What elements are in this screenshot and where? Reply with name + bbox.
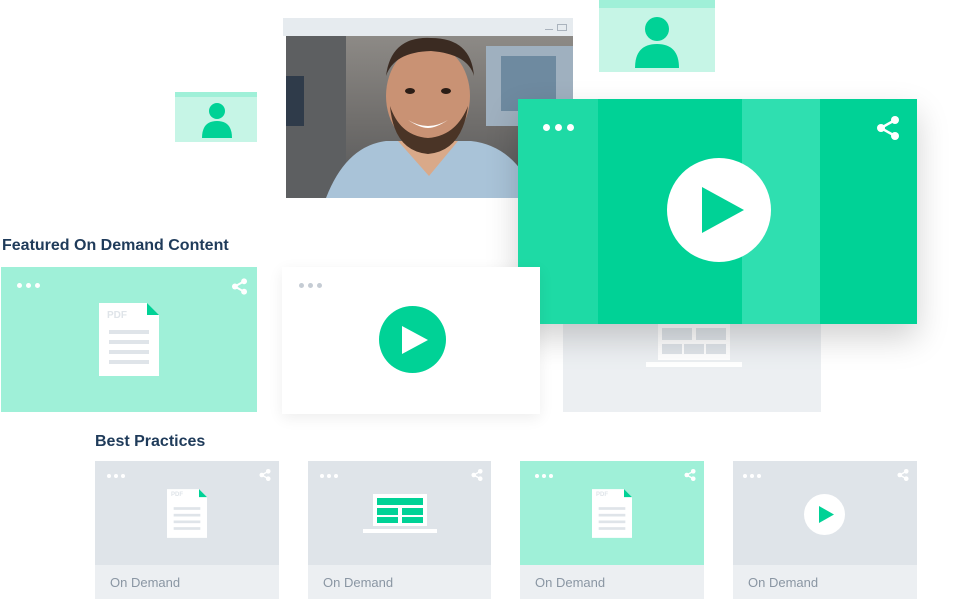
share-icon[interactable] [231, 278, 248, 295]
featured-video-card[interactable] [282, 267, 540, 414]
card-label: On Demand [308, 565, 491, 599]
user-icon [635, 17, 679, 68]
play-button[interactable] [379, 306, 446, 373]
share-icon[interactable] [875, 115, 901, 141]
participant-tile[interactable] [599, 0, 715, 72]
more-dots-icon[interactable] [543, 124, 574, 131]
pdf-label: PDF [171, 492, 183, 498]
best-practice-card[interactable]: On Demand [308, 461, 491, 599]
more-dots-icon[interactable] [17, 283, 40, 288]
pdf-label: PDF [107, 310, 127, 321]
main-video-player[interactable] [518, 99, 917, 324]
best-practice-card[interactable]: PDF On Demand [520, 461, 704, 599]
share-icon[interactable] [259, 469, 271, 481]
more-dots-icon[interactable] [107, 474, 125, 478]
participant-tile-small-bar [175, 92, 257, 97]
pdf-document-icon: PDF [167, 489, 207, 538]
featured-pdf-card[interactable]: PDF [1, 267, 257, 412]
play-button[interactable] [667, 158, 771, 262]
card-label: On Demand [95, 565, 279, 599]
featured-heading: Featured On Demand Content [2, 237, 229, 254]
participant-tile-small[interactable] [175, 92, 257, 142]
card-label: On Demand [520, 565, 704, 599]
minimize-icon[interactable] [545, 29, 553, 30]
play-icon [818, 506, 834, 523]
share-icon[interactable] [897, 469, 909, 481]
video-call-titlebar [283, 18, 573, 36]
laptop-icon [363, 494, 437, 533]
card-label: On Demand [733, 565, 917, 599]
laptop-icon [646, 322, 742, 367]
maximize-icon[interactable] [557, 24, 567, 31]
pdf-document-icon: PDF [592, 489, 632, 538]
more-dots-icon[interactable] [535, 474, 553, 478]
more-dots-icon[interactable] [743, 474, 761, 478]
best-practice-card[interactable]: PDF On Demand [95, 461, 279, 599]
play-icon [702, 187, 744, 233]
pdf-document-icon: PDF [99, 303, 159, 376]
best-practice-card[interactable]: On Demand [733, 461, 917, 599]
share-icon[interactable] [684, 469, 696, 481]
more-dots-icon[interactable] [320, 474, 338, 478]
user-icon [202, 103, 232, 138]
play-button[interactable] [804, 494, 845, 535]
pdf-label: PDF [596, 492, 608, 498]
share-icon[interactable] [471, 469, 483, 481]
more-dots-icon[interactable] [299, 283, 322, 288]
participant-tile-bar [599, 0, 715, 8]
play-icon [402, 325, 428, 354]
best-practices-heading: Best Practices [95, 433, 206, 450]
